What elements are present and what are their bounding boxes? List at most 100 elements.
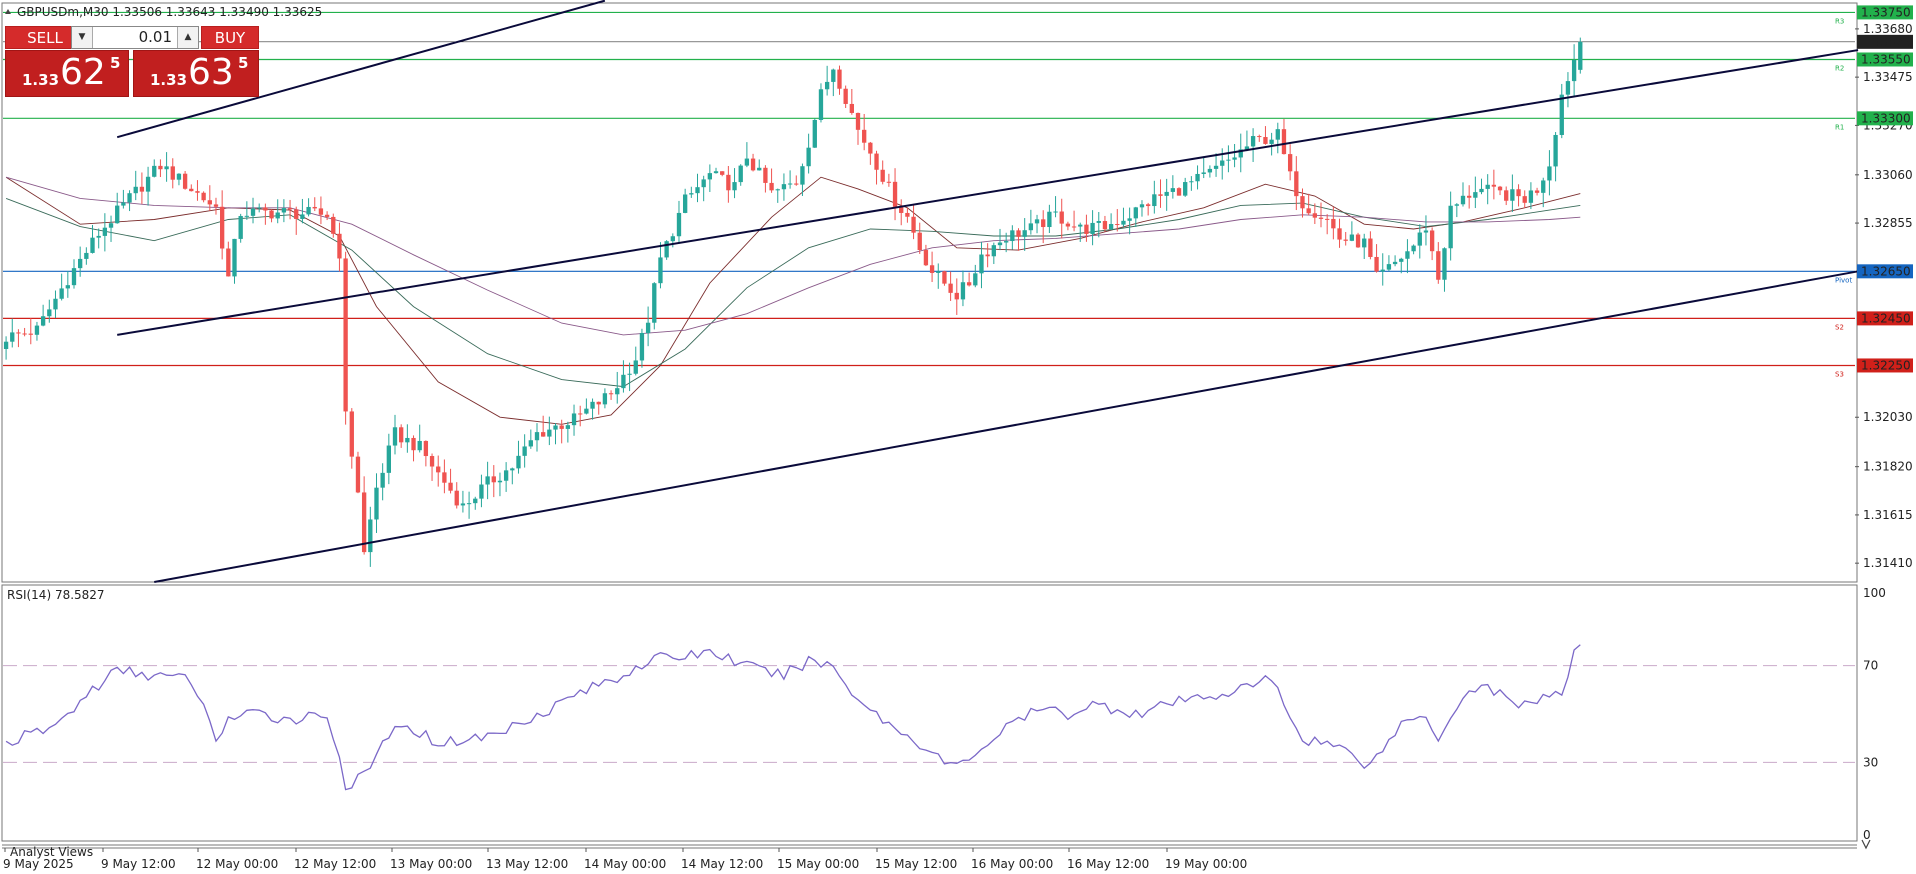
trading-chart[interactable]: 1.336801.334751.332701.330601.328551.320…: [0, 0, 1916, 874]
candle-body: [1337, 228, 1342, 240]
time-axis-label: 12 May 00:00: [196, 857, 278, 871]
candle-body: [800, 166, 805, 185]
rsi-pane[interactable]: [1, 584, 1858, 842]
candle-body: [473, 498, 478, 504]
price-tag-label: 1.32650: [1861, 264, 1911, 278]
candle-body: [1368, 238, 1373, 257]
collapse-triangle-icon[interactable]: [5, 9, 11, 14]
candle-body: [164, 166, 169, 170]
candle-body: [158, 165, 163, 170]
price-pane[interactable]: [1, 2, 1858, 583]
candle-body: [750, 158, 756, 171]
candle-body: [115, 205, 120, 224]
candle-body: [732, 182, 737, 191]
price-tag-label: 1.33550: [1861, 52, 1911, 66]
candle-body: [1195, 173, 1200, 182]
candle-body: [337, 233, 342, 259]
rsi-label: RSI(14) 78.5827: [7, 588, 105, 602]
lot-size-input[interactable]: 0.01: [94, 27, 176, 48]
candle-body: [127, 193, 132, 203]
candle-body: [207, 200, 212, 205]
candle-body: [602, 393, 608, 405]
candle-body: [1442, 248, 1447, 280]
rsi-tick-label: 70: [1863, 659, 1878, 673]
candle-body: [479, 484, 484, 499]
candle-body: [1460, 195, 1466, 205]
buy-button[interactable]: BUY: [201, 26, 259, 49]
candle-body: [28, 333, 33, 335]
lot-size-stepper[interactable]: ▼ 0.01 ▲: [71, 26, 199, 49]
candle-body: [528, 440, 533, 447]
candle-body: [936, 271, 941, 273]
candle-body: [448, 482, 453, 491]
candle-body: [1047, 211, 1052, 228]
candle-body: [1553, 134, 1558, 167]
candle-body: [1571, 59, 1577, 82]
candle-body: [639, 333, 645, 361]
sell-price-prefix: 1.33: [22, 71, 60, 89]
candle-body: [152, 165, 157, 177]
candle-body: [65, 285, 70, 289]
candle-body: [664, 241, 669, 258]
candle-body: [615, 388, 620, 395]
candle-body: [1263, 137, 1268, 144]
candle-body: [485, 476, 490, 485]
candle-body: [1059, 211, 1064, 224]
candle-body: [213, 204, 219, 207]
candle-body: [1201, 172, 1206, 174]
candle-body: [1287, 154, 1293, 172]
sell-price-button[interactable]: 1.33 62 5: [5, 50, 129, 97]
candle-body: [812, 119, 817, 148]
candle-body: [1423, 230, 1429, 233]
level-tag-pivot: Pivot: [1835, 276, 1852, 284]
candle-body: [1522, 196, 1527, 203]
candle-body: [1386, 264, 1392, 270]
candle-body: [948, 283, 953, 293]
trend-channel-line[interactable]: [117, 49, 1859, 336]
one-click-trading-panel: SELL ▼ 0.01 ▲ BUY 1.33 62 5 1.33 63 5: [5, 26, 259, 97]
candle-body: [1213, 165, 1219, 169]
price-tick-label: 1.33060: [1863, 168, 1913, 182]
candle-body: [954, 292, 959, 300]
candle-body: [886, 181, 892, 183]
candle-body: [1510, 189, 1515, 201]
candle-body: [917, 232, 922, 251]
candle-body: [10, 332, 15, 342]
candle-body: [497, 480, 503, 483]
candle-body: [578, 413, 583, 415]
analyst-views-tab[interactable]: Analyst Views: [10, 845, 93, 859]
candle-body: [973, 273, 978, 286]
candle-body: [343, 258, 348, 412]
candle-body: [645, 322, 651, 334]
candle-body: [1312, 213, 1317, 218]
candle-body: [238, 216, 243, 239]
lot-decrease-icon[interactable]: ▼: [72, 27, 93, 48]
candle-body: [1454, 204, 1459, 206]
price-tick-label: 1.32855: [1863, 216, 1913, 230]
candle-body: [966, 282, 972, 286]
candle-body: [71, 268, 77, 286]
price-tag-label: 1.33625: [1861, 35, 1911, 49]
candle-body: [1448, 205, 1453, 249]
candle-body: [226, 248, 231, 277]
level-tag-r2: R2: [1835, 64, 1844, 72]
candle-body: [997, 242, 1003, 246]
candle-body: [1115, 224, 1120, 226]
candle-body: [423, 440, 429, 457]
level-tag-s3: S3: [1835, 370, 1844, 378]
candle-body: [386, 445, 391, 473]
candle-body: [1429, 230, 1435, 252]
lot-increase-icon[interactable]: ▲: [177, 27, 198, 48]
candle-body: [849, 103, 854, 113]
candle-body: [1355, 234, 1361, 248]
candle-body: [689, 193, 694, 195]
candle-body: [794, 183, 799, 185]
buy-price-button[interactable]: 1.33 63 5: [133, 50, 259, 97]
candle-body: [1294, 171, 1299, 197]
candle-body: [47, 309, 52, 317]
candle-body: [534, 432, 540, 441]
price-tick-label: 1.32030: [1863, 410, 1913, 424]
candle-body: [59, 288, 64, 299]
candle-body: [991, 245, 996, 257]
candle-body: [1226, 159, 1231, 161]
